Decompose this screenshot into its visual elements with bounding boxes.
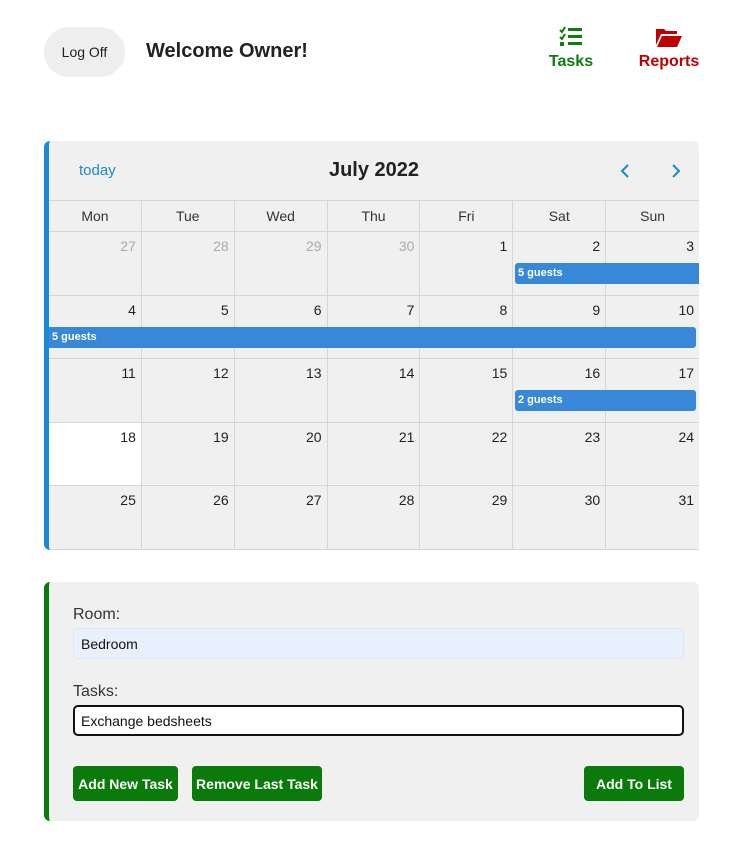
day-number: 15 [491, 365, 508, 381]
logoff-button[interactable]: Log Off [44, 27, 125, 77]
weekday-label: Sat [513, 200, 607, 232]
day-number: 3 [686, 238, 695, 254]
day-cell[interactable]: 14 [328, 359, 421, 422]
day-cell[interactable]: 25 [49, 486, 142, 549]
day-number: 27 [120, 238, 136, 254]
day-cell[interactable]: 31 [606, 486, 699, 549]
day-number: 29 [306, 238, 322, 254]
nav-reports-link[interactable]: Reports [636, 26, 702, 71]
day-cell[interactable]: 19 [142, 422, 235, 485]
calendar-week: 18 19 20 21 22 23 24 [49, 422, 699, 486]
day-cell[interactable]: 12 [142, 359, 235, 422]
weekday-label: Fri [420, 200, 514, 232]
day-cell[interactable]: 29 [235, 232, 328, 295]
room-label: Room: [73, 606, 121, 623]
tasks-label: Tasks: [73, 683, 119, 700]
day-number: 10 [678, 301, 695, 318]
day-number: 2 [592, 238, 601, 254]
day-number: 25 [120, 492, 136, 508]
day-number: 30 [398, 238, 415, 254]
day-number: 7 [406, 301, 415, 318]
calendar-grid: Mon Tue Wed Thu Fri Sat Sun 27 28 29 30 … [49, 200, 699, 550]
day-number: 30 [584, 492, 601, 508]
day-number: 20 [306, 428, 322, 445]
day-cell[interactable]: 1 [420, 232, 514, 295]
calendar-title: July 2022 [328, 159, 420, 181]
chevron-left-icon[interactable] [618, 163, 634, 179]
day-number: 23 [584, 428, 601, 445]
task-input[interactable] [73, 705, 684, 736]
day-number: 9 [592, 301, 601, 318]
day-cell[interactable]: 13 [235, 359, 328, 422]
day-number: 6 [313, 301, 322, 318]
welcome-heading: Welcome Owner! [146, 40, 308, 62]
weekday-header: Mon Tue Wed Thu Fri Sat Sun [49, 200, 699, 232]
room-field[interactable] [73, 628, 684, 659]
weekday-label: Tue [141, 200, 235, 232]
chevron-right-icon[interactable] [667, 163, 683, 179]
day-cell[interactable]: 30 [513, 486, 607, 549]
day-number: 28 [398, 492, 415, 508]
day-number: 21 [398, 428, 415, 445]
day-cell[interactable]: 21 [328, 422, 421, 485]
day-number: 19 [213, 428, 229, 445]
day-cell[interactable]: 28 [328, 486, 421, 549]
day-number: 18 [120, 428, 136, 445]
day-number: 5 [220, 301, 229, 318]
day-number: 8 [499, 301, 508, 318]
day-cell[interactable]: 22 [420, 422, 514, 485]
day-number: 13 [306, 365, 322, 381]
day-number: 26 [213, 492, 229, 508]
day-cell[interactable]: 11 [49, 359, 142, 422]
day-number: 24 [678, 428, 695, 445]
day-cell[interactable]: 20 [235, 422, 328, 485]
day-cell[interactable]: 30 [328, 232, 421, 295]
weekday-label: Wed [234, 200, 328, 232]
day-number: 12 [213, 365, 229, 381]
day-cell[interactable]: 28 [142, 232, 235, 295]
day-number: 27 [306, 492, 322, 508]
day-number: 31 [678, 492, 695, 508]
day-cell-today[interactable]: 18 [49, 422, 142, 485]
open-folder-icon [656, 29, 682, 47]
day-cell[interactable]: 23 [513, 422, 607, 485]
day-number: 29 [491, 492, 508, 508]
day-number: 1 [499, 238, 508, 254]
calendar-event[interactable]: 5 guests [515, 263, 699, 284]
day-number: 28 [213, 238, 229, 254]
day-number: 14 [398, 365, 415, 381]
day-cell[interactable]: 27 [49, 232, 142, 295]
weekday-label: Mon [49, 200, 142, 232]
calendar: today July 2022 Mon Tue Wed Thu Fri Sat … [44, 141, 699, 550]
calendar-event[interactable]: 2 guests [515, 390, 696, 411]
add-new-task-button[interactable]: Add New Task [73, 766, 178, 801]
task-form: Room: Tasks: Add New Task Remove Last Ta… [44, 582, 699, 821]
day-number: 11 [121, 365, 136, 381]
nav-tasks-link[interactable]: Tasks [546, 26, 596, 71]
weekday-label: Thu [327, 200, 421, 232]
day-number: 16 [584, 365, 601, 381]
nav-tasks-label: Tasks [548, 53, 594, 70]
day-cell[interactable]: 15 [420, 359, 514, 422]
add-to-list-button[interactable]: Add To List [584, 766, 684, 801]
day-cell[interactable]: 27 [235, 486, 328, 549]
task-list-icon [559, 26, 582, 46]
weekday-label: Sun [606, 200, 699, 232]
nav-reports-label: Reports [638, 53, 700, 70]
day-number: 22 [491, 428, 508, 445]
day-cell[interactable]: 24 [606, 423, 699, 486]
remove-last-task-button[interactable]: Remove Last Task [192, 766, 322, 801]
day-number: 4 [128, 301, 136, 318]
calendar-event[interactable]: 5 guests [49, 327, 696, 348]
calendar-week: 25 26 27 28 29 30 31 [49, 486, 699, 550]
day-cell[interactable]: 26 [142, 486, 235, 549]
day-number: 17 [678, 365, 695, 381]
day-cell[interactable]: 29 [420, 486, 514, 549]
